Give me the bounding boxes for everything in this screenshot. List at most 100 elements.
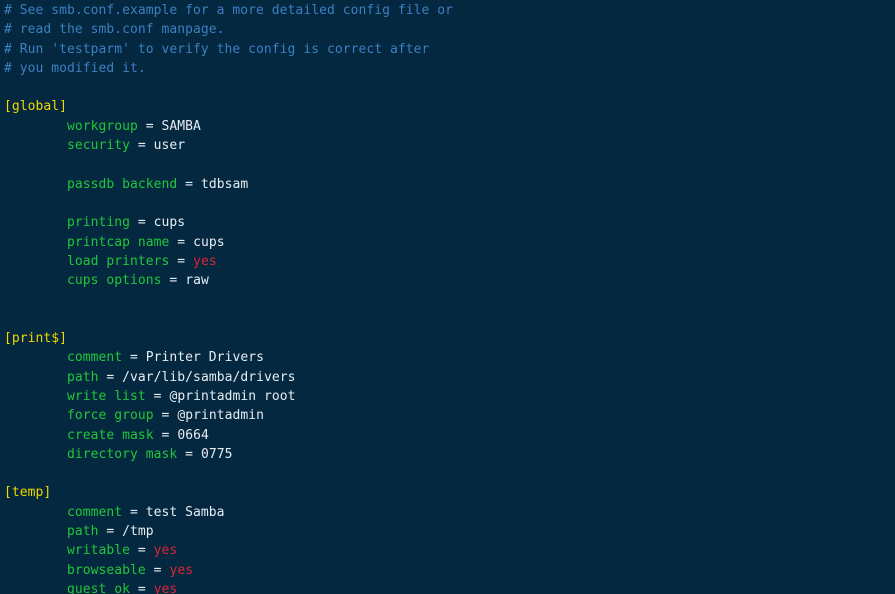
code-line: passdb backend = tdbsam xyxy=(0,175,895,194)
token-op: = xyxy=(161,273,186,289)
token-key: writable xyxy=(67,543,131,559)
token-value: user xyxy=(153,138,186,154)
token-value: @printadmin root xyxy=(169,388,296,404)
token-key: cups options xyxy=(67,273,162,289)
token-bool: yes xyxy=(153,543,178,559)
token-bool: yes xyxy=(153,581,178,594)
token-key: guest ok xyxy=(67,581,131,594)
text-editor-viewport[interactable]: # See smb.conf.example for a more detail… xyxy=(0,0,895,594)
token-key: directory mask xyxy=(67,446,178,462)
code-line: printing = cups xyxy=(0,213,895,232)
token-key: comment xyxy=(67,504,123,520)
token-section: [print$] xyxy=(4,331,68,347)
code-line: path = /tmp xyxy=(0,522,895,541)
token-op: = xyxy=(98,369,123,385)
code-line: printcap name = cups xyxy=(0,233,895,252)
token-op: = xyxy=(177,176,201,192)
code-line: security = user xyxy=(0,136,895,155)
code-line: [temp] xyxy=(0,483,895,502)
code-line: # Run 'testparm' to verify the config is… xyxy=(0,40,895,59)
code-line: cups options = raw xyxy=(0,271,895,290)
code-line: comment = test Samba xyxy=(0,503,895,522)
code-line: # See smb.conf.example for a more detail… xyxy=(0,0,895,20)
code-line: # read the smb.conf manpage. xyxy=(0,20,895,39)
code-line: workgroup = SAMBA xyxy=(0,117,895,136)
token-value: cups xyxy=(193,234,225,250)
token-key: browseable xyxy=(67,562,146,578)
token-value: /tmp xyxy=(122,524,154,540)
token-key: printcap name xyxy=(67,234,170,250)
token-value: raw xyxy=(185,273,209,289)
token-op: = xyxy=(153,408,178,424)
token-value: 0775 xyxy=(200,446,233,462)
token-key: create mask xyxy=(67,427,154,443)
token-value: test Samba xyxy=(145,504,225,520)
code-line: [global] xyxy=(0,97,895,116)
code-line: writable = yes xyxy=(0,541,895,560)
code-line: [print$] xyxy=(0,329,895,348)
token-comment: # you modified it. xyxy=(4,60,146,76)
token-op: = xyxy=(153,427,178,443)
token-comment: # See smb.conf.example for a more detail… xyxy=(4,3,453,18)
token-key: passdb backend xyxy=(67,176,178,192)
token-key: printing xyxy=(67,215,131,231)
code-line: load printers = yes xyxy=(0,252,895,271)
token-key: workgroup xyxy=(67,118,138,134)
token-key: security xyxy=(67,138,131,154)
token-value: SAMBA xyxy=(161,118,201,134)
token-op: = xyxy=(130,543,154,559)
token-bool: yes xyxy=(169,562,194,578)
code-line: path = /var/lib/samba/drivers xyxy=(0,368,895,387)
token-key: path xyxy=(67,524,99,540)
token-key: path xyxy=(67,369,99,385)
code-line: # you modified it. xyxy=(0,59,895,78)
token-value: Printer Drivers xyxy=(145,350,264,366)
token-op: = xyxy=(130,215,154,231)
token-value: /var/lib/samba/drivers xyxy=(122,369,296,385)
token-op: = xyxy=(177,446,201,462)
code-line: browseable = yes xyxy=(0,561,895,580)
token-section: [global] xyxy=(4,99,68,115)
token-key: load printers xyxy=(67,253,170,269)
token-op: = xyxy=(122,504,146,520)
code-line: force group = @printadmin xyxy=(0,406,895,425)
token-op: = xyxy=(122,350,146,366)
token-value: @printadmin xyxy=(177,408,264,424)
token-bool: yes xyxy=(193,253,217,269)
token-comment: # read the smb.conf manpage. xyxy=(4,22,225,38)
token-key: comment xyxy=(67,350,123,366)
token-op: = xyxy=(145,562,170,578)
token-op: = xyxy=(130,581,154,594)
code-line: directory mask = 0775 xyxy=(0,445,895,464)
token-comment: # Run 'testparm' to verify the config is… xyxy=(4,41,430,57)
token-value: cups xyxy=(153,215,186,231)
token-key: force group xyxy=(67,408,154,424)
token-section: [temp] xyxy=(4,485,52,501)
code-line: guest ok = yes xyxy=(0,580,895,594)
token-op: = xyxy=(98,524,123,540)
